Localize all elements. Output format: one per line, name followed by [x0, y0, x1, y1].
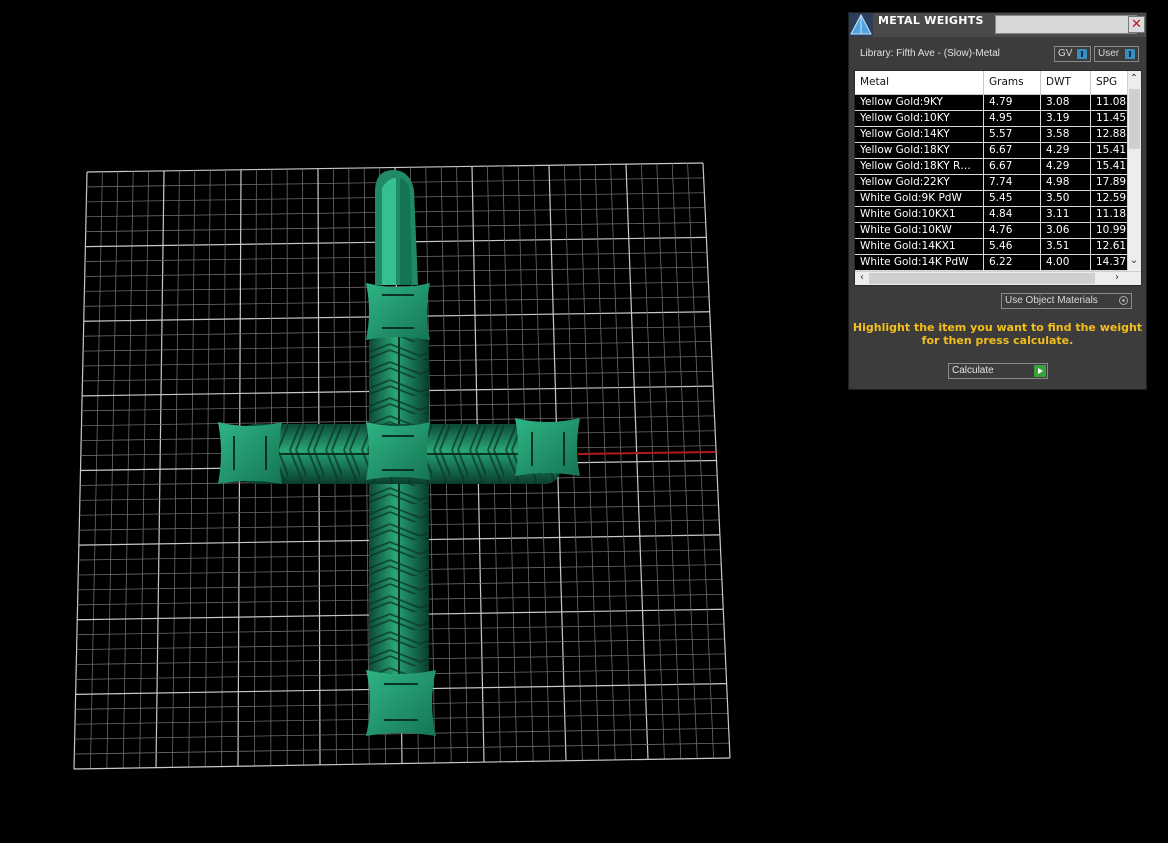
gv-toggle-label: GV: [1058, 48, 1073, 59]
center-cap: [366, 422, 430, 480]
cell-grams: 6.22: [984, 255, 1041, 270]
cell-spg: 17.89: [1096, 176, 1127, 188]
table-row[interactable]: Yellow Gold:14KY 5.57 3.58 12.88: [855, 127, 1127, 143]
cell-spg: 11.08: [1096, 96, 1127, 108]
horizontal-scroll-thumb[interactable]: [869, 273, 1095, 284]
bail-loop: [375, 170, 418, 285]
cell-metal: White Gold:10KW: [855, 223, 984, 238]
table-row[interactable]: Yellow Gold:18KY 6.67 4.29 15.41: [855, 143, 1127, 159]
cell-dwt: 3.08: [1041, 95, 1091, 110]
end-cap-top: [366, 283, 430, 340]
cell-grams: 5.45: [984, 191, 1041, 206]
table-row[interactable]: Yellow Gold:10KY 4.95 3.19 11.45: [855, 111, 1127, 127]
cell-spg: 11.18: [1096, 208, 1127, 220]
toggle-indicator-icon: [1125, 49, 1135, 59]
cell-grams: 4.79: [984, 95, 1041, 110]
table-body: Yellow Gold:9KY 4.79 3.08 11.08 Yellow Gold:…: [855, 95, 1127, 271]
metal-weights-window: METAL WEIGHTS ✕ Library: Fifth Ave - (Sl…: [848, 12, 1147, 390]
calculate-label: Calculate: [952, 365, 994, 376]
cell-spg: 15.41: [1096, 160, 1127, 172]
cell-spg: 10.99: [1096, 224, 1127, 236]
cell-grams: 4.84: [984, 207, 1041, 222]
title-bar-field: [995, 15, 1137, 34]
table-row[interactable]: White Gold:10KW 4.76 3.06 10.99: [855, 223, 1127, 239]
table-row[interactable]: White Gold:14KX1 5.46 3.51 12.61: [855, 239, 1127, 255]
cell-metal: Yellow Gold:9KY: [855, 95, 984, 110]
user-toggle[interactable]: User: [1094, 46, 1139, 62]
cell-grams: 4.76: [984, 223, 1041, 238]
close-icon[interactable]: ✕: [1128, 16, 1145, 33]
gv-toggle[interactable]: GV: [1054, 46, 1091, 62]
cell-metal: White Gold:10KX1: [855, 207, 984, 222]
x-axis-line: [577, 451, 716, 455]
horizontal-scrollbar[interactable]: ‹ ›: [855, 271, 1141, 285]
title-bar[interactable]: METAL WEIGHTS ✕: [849, 13, 1146, 37]
table-row[interactable]: White Gold:10KX1 4.84 3.11 11.18: [855, 207, 1127, 223]
cell-spg: 11.45: [1096, 112, 1127, 124]
cell-metal: White Gold:14KX1: [855, 239, 984, 254]
cell-grams: 5.46: [984, 239, 1041, 254]
go-arrow-icon[interactable]: [1034, 365, 1046, 377]
app-logo-icon: [849, 13, 873, 37]
window-title: METAL WEIGHTS: [878, 14, 984, 27]
end-cap-right: [515, 418, 580, 476]
cell-grams: 4.95: [984, 111, 1041, 126]
cell-metal: White Gold:9K PdW: [855, 191, 984, 206]
table-row[interactable]: Yellow Gold:9KY 4.79 3.08 11.08: [855, 95, 1127, 111]
scroll-right-arrow-icon[interactable]: ›: [1111, 272, 1123, 284]
cell-dwt: 4.98: [1041, 175, 1091, 190]
cell-spg: 12.59: [1096, 192, 1127, 204]
column-header-grams[interactable]: Grams: [984, 71, 1041, 94]
radio-icon[interactable]: [1119, 296, 1128, 305]
cell-grams: 6.67: [984, 143, 1041, 158]
use-object-materials-label: Use Object Materials: [1005, 295, 1098, 306]
cell-metal: Yellow Gold:22KY: [855, 175, 984, 190]
cell-dwt: 3.19: [1041, 111, 1091, 126]
metal-weights-table: Metal Grams DWT SPG Yellow Gold:9KY 4.79 3…: [854, 70, 1142, 286]
cell-grams: 7.74: [984, 175, 1041, 190]
cell-spg: 12.61: [1096, 240, 1127, 252]
vertical-scrollbar[interactable]: ⌃ ⌄: [1127, 71, 1141, 271]
use-object-materials-option[interactable]: Use Object Materials: [1001, 293, 1132, 309]
cell-spg: 15.41: [1096, 144, 1127, 156]
instruction-line-2: for then press calculate.: [921, 334, 1074, 347]
instruction-line-1: Highlight the item you want to find the …: [852, 321, 1143, 334]
cell-dwt: 4.29: [1041, 143, 1091, 158]
calculate-button[interactable]: Calculate: [948, 363, 1048, 379]
cell-dwt: 4.00: [1041, 255, 1091, 270]
cell-metal: Yellow Gold:10KY: [855, 111, 984, 126]
table-row[interactable]: White Gold:14K PdW 6.22 4.00 14.37: [855, 255, 1127, 271]
cell-dwt: 3.06: [1041, 223, 1091, 238]
scroll-left-arrow-icon[interactable]: ‹: [856, 272, 868, 284]
cell-metal: Yellow Gold:18KY: [855, 143, 984, 158]
end-cap-bottom: [366, 670, 436, 736]
cell-dwt: 3.58: [1041, 127, 1091, 142]
table-row[interactable]: Yellow Gold:18KY R… 6.67 4.29 15.41: [855, 159, 1127, 175]
table-row[interactable]: White Gold:9K PdW 5.45 3.50 12.59: [855, 191, 1127, 207]
cell-dwt: 3.51: [1041, 239, 1091, 254]
table-header: Metal Grams DWT SPG: [855, 71, 1127, 95]
scroll-down-arrow-icon[interactable]: ⌄: [1128, 255, 1140, 267]
user-toggle-label: User: [1098, 48, 1120, 59]
cell-metal: Yellow Gold:18KY R…: [855, 159, 984, 174]
instruction-text: Highlight the item you want to find the …: [849, 321, 1146, 347]
column-header-spg[interactable]: SPG: [1091, 71, 1127, 94]
cell-grams: 6.67: [984, 159, 1041, 174]
scroll-up-arrow-icon[interactable]: ⌃: [1128, 73, 1140, 85]
cell-dwt: 3.11: [1041, 207, 1091, 222]
library-label: Library: Fifth Ave - (Slow)-Metal: [860, 48, 1000, 59]
cell-spg: 12.88: [1096, 128, 1127, 140]
cell-metal: White Gold:14K PdW: [855, 255, 984, 270]
vertical-scroll-thumb[interactable]: [1129, 89, 1140, 149]
cell-metal: Yellow Gold:14KY: [855, 127, 984, 142]
toggle-indicator-icon: [1077, 49, 1087, 59]
cell-grams: 5.57: [984, 127, 1041, 142]
cell-dwt: 4.29: [1041, 159, 1091, 174]
end-cap-left: [218, 422, 282, 484]
cell-spg: 14.37: [1096, 256, 1127, 268]
column-header-dwt[interactable]: DWT: [1041, 71, 1091, 94]
column-header-metal[interactable]: Metal: [855, 71, 984, 94]
table-row[interactable]: Yellow Gold:22KY 7.74 4.98 17.89: [855, 175, 1127, 191]
cell-dwt: 3.50: [1041, 191, 1091, 206]
